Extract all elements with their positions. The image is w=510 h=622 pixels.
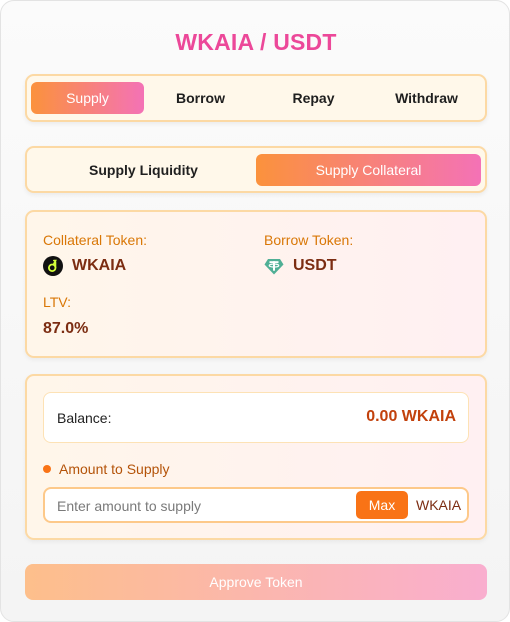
supply-mode-tabs: Supply Liquidity Supply Collateral xyxy=(25,146,487,193)
collateral-token: WKAIA xyxy=(43,256,126,276)
collateral-token-label: Collateral Token: xyxy=(43,232,148,248)
bullet-dot-icon xyxy=(43,465,51,473)
borrow-token-label: Borrow Token: xyxy=(264,232,354,248)
borrow-token-name: USDT xyxy=(293,257,337,274)
collateral-token-name: WKAIA xyxy=(72,257,127,274)
tab-withdraw[interactable]: Withdraw xyxy=(370,82,483,114)
tab-supply[interactable]: Supply xyxy=(31,82,144,114)
page-title: WKAIA / USDT xyxy=(175,29,337,55)
ltv-label: LTV: xyxy=(43,294,72,310)
ltv-value: 87.0% xyxy=(43,320,89,337)
kaia-icon xyxy=(43,256,63,276)
amount-input-group: Max WKAIA xyxy=(43,487,469,523)
tab-supply-collateral[interactable]: Supply Collateral xyxy=(256,154,481,186)
amount-label: Amount to Supply xyxy=(59,461,170,477)
approve-token-button[interactable]: Approve Token xyxy=(25,564,487,600)
market-info-card: Collateral Token: WKAIA Borrow Token: US… xyxy=(25,210,487,358)
tab-borrow[interactable]: Borrow xyxy=(144,82,257,114)
action-tabs: Supply Borrow Repay Withdraw xyxy=(25,74,487,122)
borrow-token: USDT xyxy=(264,256,337,276)
amount-input[interactable] xyxy=(57,495,347,517)
supply-form-card: Balance: 0.00 WKAIA Amount to Supply Max… xyxy=(25,374,487,540)
tether-icon xyxy=(264,256,284,276)
amount-unit: WKAIA xyxy=(416,497,462,513)
tab-repay[interactable]: Repay xyxy=(257,82,370,114)
balance-value: 0.00 WKAIA xyxy=(366,408,456,425)
lending-card: WKAIA / USDT Supply Borrow Repay Withdra… xyxy=(0,0,510,622)
balance-label: Balance: xyxy=(57,410,112,426)
max-button[interactable]: Max xyxy=(356,491,408,519)
tab-supply-liquidity[interactable]: Supply Liquidity xyxy=(31,154,256,186)
balance-box: Balance: 0.00 WKAIA xyxy=(43,392,469,443)
amount-label-row: Amount to Supply xyxy=(43,461,170,477)
